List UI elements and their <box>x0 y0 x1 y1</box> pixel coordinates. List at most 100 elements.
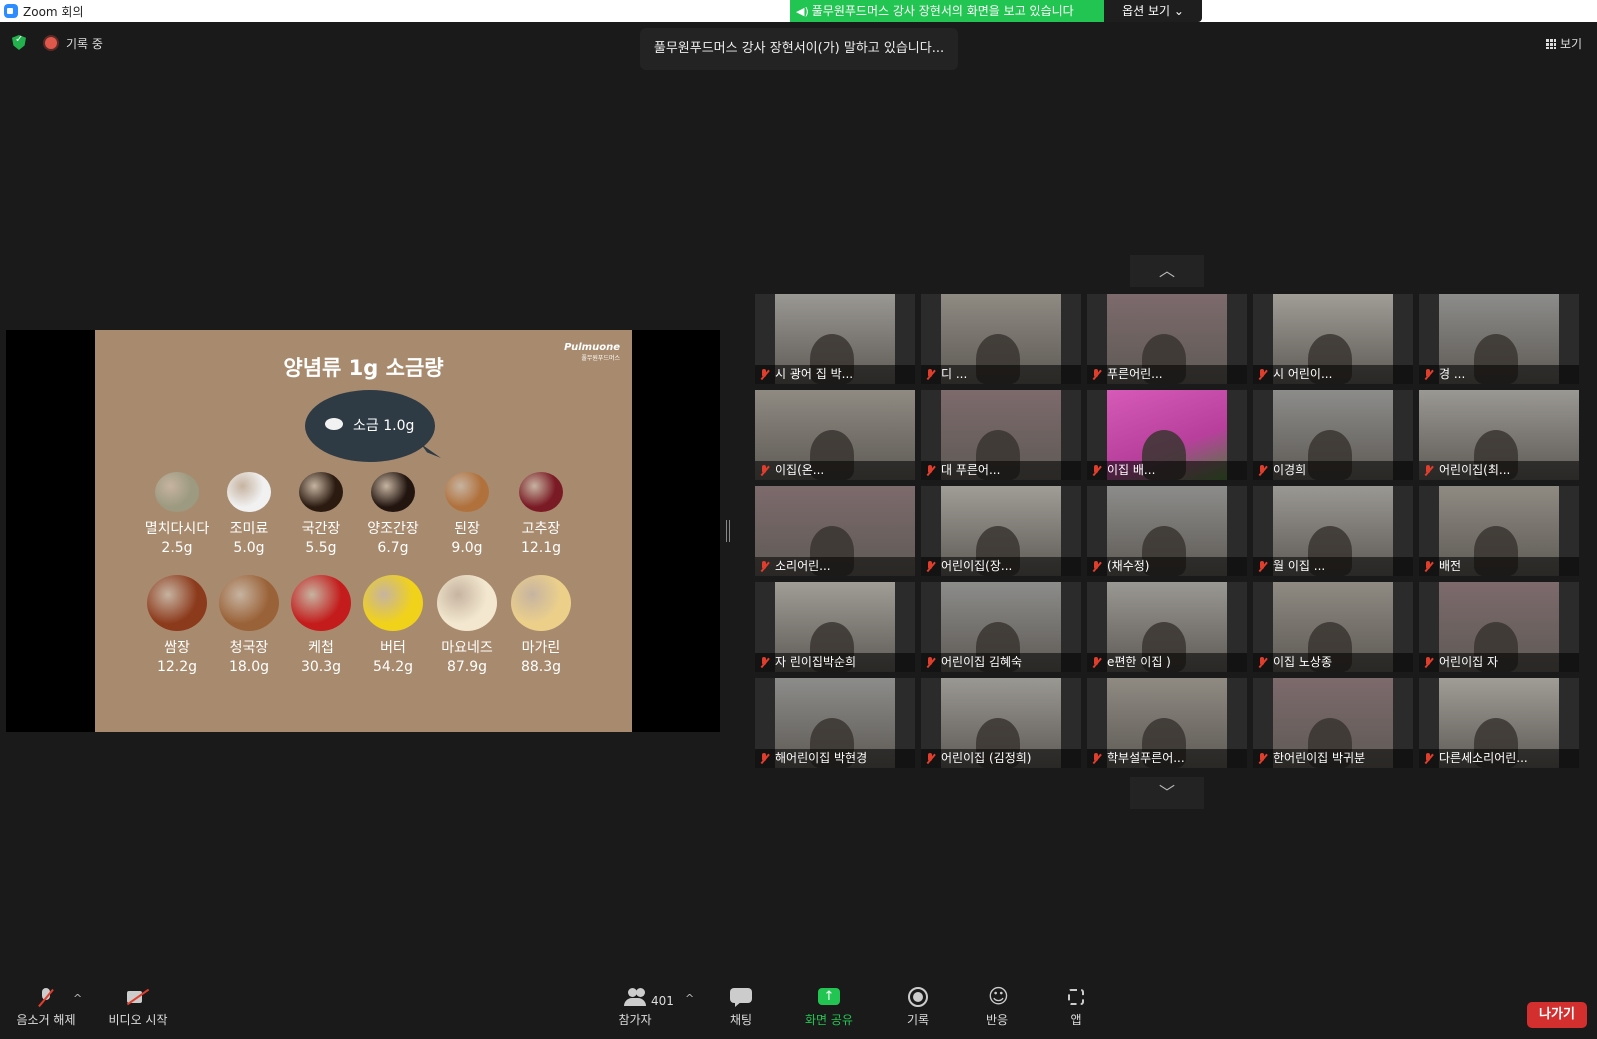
muted-mic-icon <box>925 369 935 381</box>
muted-mic-icon <box>35 988 57 1006</box>
muted-mic-icon <box>925 657 935 669</box>
seasoning-item: 국간장 5.5g <box>283 472 359 556</box>
view-options-button[interactable]: 옵션 보기 ⌄ <box>1104 0 1202 22</box>
participant-tile[interactable]: 배전 <box>1419 486 1579 576</box>
participant-tile[interactable]: 이집 배... <box>1087 390 1247 480</box>
participant-name: 시 어린이... <box>1253 365 1413 384</box>
active-speaker-notice: 풀무원푸드머스 강사 장현서이(가) 말하고 있습니다... <box>640 28 958 70</box>
muted-mic-icon <box>759 753 769 765</box>
participant-tile[interactable]: (채수정) <box>1087 486 1247 576</box>
participant-name: 한어린이집 박귀분 <box>1253 749 1413 768</box>
seasoning-item: 쌈장 12.2g <box>139 575 215 675</box>
split-divider-handle[interactable] <box>726 520 730 542</box>
participants-label: 참가자 <box>618 1013 652 1027</box>
participant-tile[interactable]: 이집 노상종 <box>1253 582 1413 672</box>
apps-icon <box>1065 988 1087 1006</box>
salt-label: 소금 1.0g <box>353 418 415 434</box>
seasoning-image <box>155 472 199 512</box>
participant-tile[interactable]: 학부설푸른어... <box>1087 678 1247 768</box>
seasoning-name: 청국장 <box>229 640 269 656</box>
participant-tile[interactable]: 어린이집 김혜숙 <box>921 582 1081 672</box>
participant-tile[interactable]: 어린이집 (김정희) <box>921 678 1081 768</box>
participant-tile[interactable]: 어린이집(최... <box>1419 390 1579 480</box>
muted-mic-icon <box>759 561 769 573</box>
participants-options-chevron-icon[interactable]: ^ <box>685 992 694 1005</box>
seasoning-image <box>445 472 489 512</box>
chat-button[interactable]: 채팅 <box>723 988 759 1028</box>
participant-tile[interactable]: 시 어린이... <box>1253 294 1413 384</box>
muted-mic-icon <box>925 465 935 477</box>
muted-mic-icon <box>1257 369 1267 381</box>
gallery-next-page-button[interactable]: ﹀ <box>1130 777 1204 809</box>
participant-tile[interactable]: 한어린이집 박귀분 <box>1253 678 1413 768</box>
seasoning-salt-value: 30.3g <box>300 659 342 675</box>
seasoning-image <box>227 472 271 512</box>
participant-tile[interactable]: 디 ... <box>921 294 1081 384</box>
start-video-label: 비디오 시작 <box>108 1013 168 1027</box>
participant-tile[interactable]: 자 린이집박순희 <box>755 582 915 672</box>
participant-tile[interactable]: 어린이집 자 <box>1419 582 1579 672</box>
participant-tile[interactable]: 다른세소리어린... <box>1419 678 1579 768</box>
slide-title: 양념류 1g 소금량 <box>283 356 444 380</box>
seasoning-salt-value: 2.5g <box>161 540 193 556</box>
muted-mic-icon <box>759 369 769 381</box>
participant-tile[interactable]: 대 푸른어... <box>921 390 1081 480</box>
audio-options-chevron-icon[interactable]: ^ <box>73 992 82 1005</box>
start-video-button[interactable]: 비디오 시작 <box>104 988 172 1028</box>
participant-tile[interactable]: 어린이집(장... <box>921 486 1081 576</box>
muted-mic-icon <box>1423 657 1433 669</box>
apps-button[interactable]: 앱 <box>1058 988 1094 1028</box>
participant-name: 학부설푸른어... <box>1087 749 1247 768</box>
reactions-icon <box>986 984 1009 1008</box>
participant-tile[interactable]: e편한 이집 ) <box>1087 582 1247 672</box>
muted-mic-icon <box>759 465 769 477</box>
unmute-button[interactable]: 음소거 해제 <box>12 988 80 1028</box>
muted-mic-icon <box>1257 753 1267 765</box>
seasoning-salt-value: 87.9g <box>446 659 488 675</box>
record-button[interactable]: 기록 <box>900 987 936 1028</box>
participant-tile[interactable]: 푸른어린... <box>1087 294 1247 384</box>
seasoning-item: 멸치다시다 2.5g <box>139 472 215 556</box>
share-screen-button[interactable]: 화면 공유 <box>800 988 858 1028</box>
muted-mic-icon <box>925 753 935 765</box>
seasoning-item: 양조간장 6.7g <box>355 472 431 556</box>
gallery-prev-page-button[interactable]: ︿ <box>1130 255 1204 287</box>
recording-icon <box>45 37 57 49</box>
seasoning-item: 마가린 88.3g <box>503 575 579 675</box>
seasoning-image <box>519 472 563 512</box>
participant-tile[interactable]: 이경희 <box>1253 390 1413 480</box>
reactions-label: 반응 <box>985 1013 1009 1027</box>
title-bar: Zoom 회의 ◀) 풀무원푸드머스 강사 장현서의 화면을 보고 있습니다 옵션… <box>0 0 1597 22</box>
salt-pile-icon <box>325 418 343 430</box>
participant-name: 다른세소리어린... <box>1419 749 1579 768</box>
apps-label: 앱 <box>1070 1013 1082 1027</box>
seasoning-salt-value: 6.7g <box>377 540 409 556</box>
seasoning-image <box>299 472 343 512</box>
participant-tile[interactable]: 소리어린... <box>755 486 915 576</box>
leave-meeting-button[interactable]: 나가기 <box>1527 1002 1587 1028</box>
presentation-slide: 양념류 1g 소금량 Pulmuone 풀무원푸드머스 소금 1.0g 멸치다시다… <box>95 330 632 732</box>
screen-share-banner-text: 풀무원푸드머스 강사 장현서의 화면을 보고 있습니다 <box>811 4 1074 18</box>
reactions-button[interactable]: 반응 <box>979 984 1015 1028</box>
salt-bubble: 소금 1.0g <box>305 390 435 462</box>
seasoning-image <box>511 575 571 631</box>
participant-tile[interactable]: 경 ... <box>1419 294 1579 384</box>
participant-tile[interactable]: 월 이집 ... <box>1253 486 1413 576</box>
seasoning-name: 조미료 <box>229 521 269 537</box>
participant-tile[interactable]: 이집(온... <box>755 390 915 480</box>
participant-tile[interactable]: 해어린이집 박현경 <box>755 678 915 768</box>
seasoning-salt-value: 88.3g <box>520 659 562 675</box>
muted-mic-icon <box>1423 561 1433 573</box>
participant-name: 이집 노상종 <box>1253 653 1413 672</box>
participant-tile[interactable]: 시 광어 집 박... <box>755 294 915 384</box>
seasoning-image <box>147 575 207 631</box>
view-button[interactable]: 보기 <box>1546 35 1582 52</box>
seasoning-item: 된장 9.0g <box>429 472 505 556</box>
seasoning-item: 마요네즈 87.9g <box>429 575 505 675</box>
participant-name: 배전 <box>1419 557 1579 576</box>
muted-mic-icon <box>1423 369 1433 381</box>
seasoning-name: 국간장 <box>301 521 341 537</box>
shared-screen[interactable]: 양념류 1g 소금량 Pulmuone 풀무원푸드머스 소금 1.0g 멸치다시다… <box>6 330 720 732</box>
encryption-shield-icon[interactable] <box>12 35 26 50</box>
speaker-icon: ◀) <box>796 5 809 18</box>
